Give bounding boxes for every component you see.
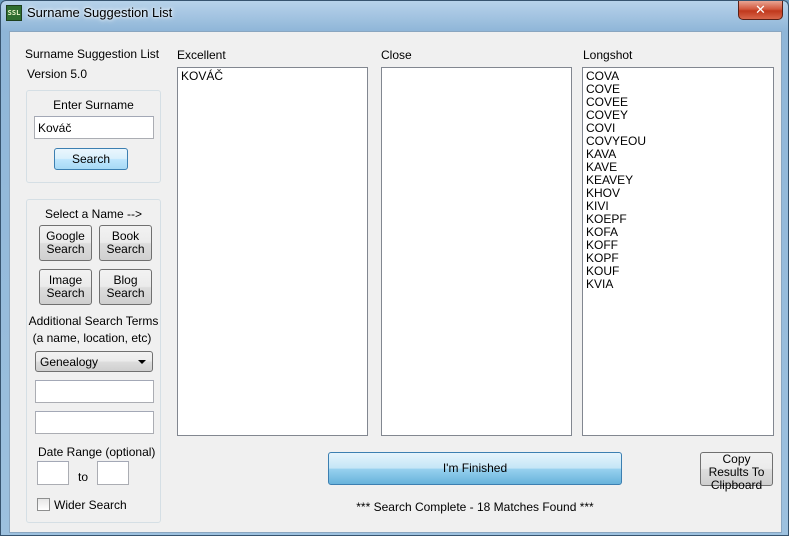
longshot-list[interactable]: COVA COVE COVEE COVEY COVI COVYEOU KAVA KAVE KEA… [582, 67, 774, 436]
book-search-button[interactable]: Book Search [99, 225, 152, 261]
date-to-label: to [78, 470, 89, 484]
close-button[interactable]: ✕ [738, 1, 783, 20]
date-from-input[interactable] [37, 461, 69, 485]
select-name-heading: Select a Name --> [44, 207, 143, 221]
app-window: SSL Surname Suggestion List ✕ Surname Su… [0, 0, 789, 536]
excellent-list[interactable]: KOVÁČ [177, 67, 368, 436]
additional-terms-hint: (a name, location, etc) [32, 331, 152, 345]
search-term-input-1[interactable] [35, 380, 154, 403]
category-select-value: Genealogy [40, 355, 99, 369]
close-label: Close [381, 48, 412, 62]
copy-results-button[interactable]: Copy Results To Clipboard [700, 452, 773, 492]
category-select[interactable]: Genealogy [35, 351, 153, 372]
longshot-label: Longshot [583, 48, 633, 62]
app-icon: SSL [6, 5, 22, 21]
excellent-label: Excellent [177, 48, 226, 62]
list-item[interactable]: KOVÁČ [181, 70, 364, 83]
additional-terms-label: Additional Search Terms [28, 314, 159, 328]
search-term-input-2[interactable] [35, 411, 154, 434]
list-item[interactable]: KHOV [586, 187, 770, 200]
surname-input[interactable] [34, 116, 154, 139]
title-bar[interactable]: SSL Surname Suggestion List ✕ [1, 1, 788, 25]
image-search-button[interactable]: Image Search [39, 269, 92, 305]
list-item[interactable]: KVIA [586, 278, 770, 291]
wider-search-checkbox[interactable] [37, 498, 50, 511]
chevron-down-icon [138, 360, 146, 364]
search-button[interactable]: Search [54, 148, 128, 170]
google-search-button[interactable]: Google Search [39, 225, 92, 261]
date-to-input[interactable] [97, 461, 129, 485]
date-range-label: Date Range (optional) [38, 445, 156, 459]
finished-button[interactable]: I'm Finished [328, 452, 622, 485]
list-item[interactable]: KOUF [586, 265, 770, 278]
select-name-group: Select a Name --> Google Search Book Sea… [26, 199, 161, 523]
status-text: *** Search Complete - 18 Matches Found *… [356, 500, 594, 514]
app-name: Surname Suggestion List [25, 47, 160, 61]
close-list[interactable] [381, 67, 572, 436]
window-title: Surname Suggestion List [27, 5, 173, 20]
blog-search-button[interactable]: Blog Search [99, 269, 152, 305]
surname-group: Enter Surname Search [26, 90, 161, 183]
enter-surname-label: Enter Surname [53, 98, 134, 112]
app-version: Version 5.0 [27, 67, 88, 81]
wider-search-label: Wider Search [54, 498, 127, 512]
client-area: Surname Suggestion List Version 5.0 Ente… [9, 31, 782, 533]
